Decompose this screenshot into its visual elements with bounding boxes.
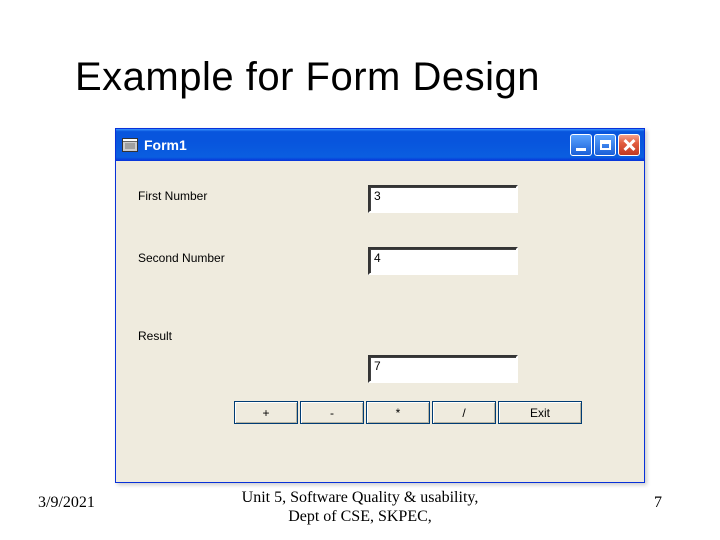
footer-page-number: 7 [654, 494, 662, 512]
exit-button[interactable]: Exit [498, 401, 582, 424]
label-second-number: Second Number [138, 247, 368, 265]
minimize-button[interactable] [570, 134, 592, 156]
input-first-number[interactable]: 3 [368, 185, 518, 213]
row-result: Result 7 [138, 329, 622, 383]
input-result[interactable]: 7 [368, 355, 518, 383]
titlebar[interactable]: Form1 [116, 129, 644, 161]
window-title: Form1 [144, 137, 570, 153]
input-second-number[interactable]: 4 [368, 247, 518, 275]
minimize-icon [576, 148, 586, 151]
operator-button-row: + - * / Exit [234, 401, 622, 424]
multiply-button[interactable]: * [366, 401, 430, 424]
label-result: Result [138, 329, 368, 343]
form-client-area: First Number 3 Second Number 4 Result 7 … [116, 161, 644, 434]
label-first-number: First Number [138, 185, 368, 203]
maximize-icon [600, 140, 611, 150]
footer-center: Unit 5, Software Quality & usability, De… [242, 489, 479, 526]
close-icon [622, 138, 636, 152]
close-button[interactable] [618, 134, 640, 156]
divide-button[interactable]: / [432, 401, 496, 424]
maximize-button[interactable] [594, 134, 616, 156]
slide-title: Example for Form Design [0, 0, 720, 118]
form-window: Form1 First Number 3 Second Number 4 Res… [115, 128, 645, 483]
subtract-button[interactable]: - [300, 401, 364, 424]
window-controls [570, 134, 640, 156]
add-button[interactable]: + [234, 401, 298, 424]
footer-date: 3/9/2021 [38, 494, 95, 512]
row-first-number: First Number 3 [138, 185, 622, 213]
row-second-number: Second Number 4 [138, 247, 622, 275]
system-menu-icon[interactable] [122, 138, 138, 152]
